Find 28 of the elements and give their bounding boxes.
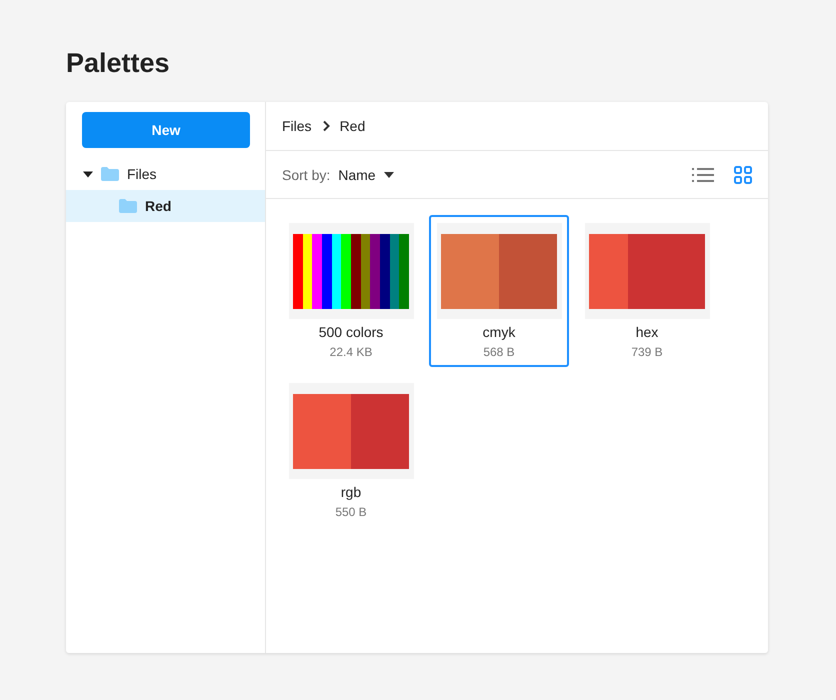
- file-size: 568 B: [483, 345, 515, 359]
- breadcrumb-link[interactable]: Files: [282, 118, 312, 134]
- sort-dropdown[interactable]: Name: [338, 166, 394, 182]
- file-tile[interactable]: cmyk 568 B: [429, 215, 569, 367]
- caret-icon: [384, 172, 394, 178]
- tree-label: Files: [127, 166, 157, 182]
- file-name: hex: [636, 324, 658, 340]
- tree-item[interactable]: Files: [66, 158, 265, 190]
- file-tile[interactable]: hex 739 B: [577, 215, 717, 367]
- page-title: Palettes: [66, 47, 171, 80]
- file-name: cmyk: [482, 324, 516, 340]
- file-size: 739 B: [631, 345, 663, 359]
- file-size: 550 B: [335, 505, 367, 519]
- tree-label: Red: [145, 198, 172, 214]
- file-tile[interactable]: rgb 550 B: [281, 375, 421, 527]
- file-name: 500 colors: [318, 324, 384, 340]
- caret-icon[interactable]: [83, 169, 93, 179]
- breadcrumb-link[interactable]: Red: [340, 118, 366, 134]
- sort-label: Sort by:: [282, 166, 330, 182]
- list-view-icon[interactable]: [692, 166, 714, 184]
- folder-icon: [101, 167, 119, 181]
- file-name: rgb: [340, 484, 362, 500]
- tree-item[interactable]: Red: [66, 190, 265, 222]
- file-size: 22.4 KB: [330, 345, 372, 359]
- file-tile[interactable]: 500 colors 22.4 KB: [281, 215, 421, 367]
- grid-view-icon[interactable]: [732, 166, 754, 184]
- folder-icon: [119, 199, 137, 213]
- chevron-icon: [322, 120, 330, 132]
